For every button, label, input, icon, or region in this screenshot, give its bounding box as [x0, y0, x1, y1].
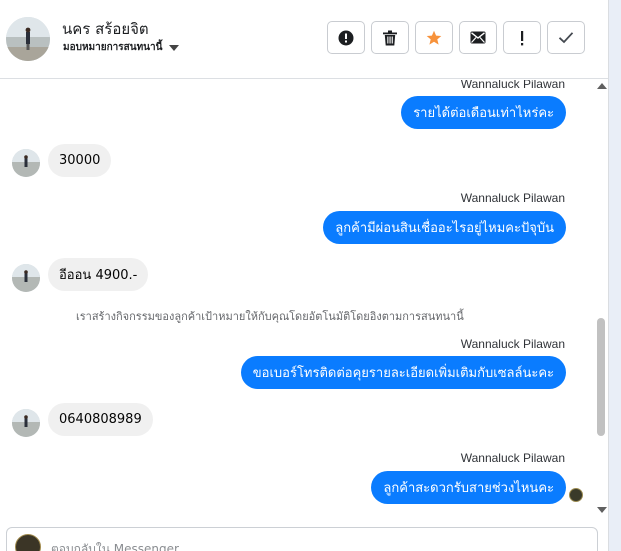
incoming-message[interactable]: 0640808989 — [48, 403, 153, 436]
contact-avatar-small — [12, 409, 40, 437]
follow-up-button[interactable] — [415, 21, 453, 54]
incoming-message[interactable]: อีออน 4900.- — [48, 258, 149, 291]
sender-name: Wannaluck Pilawan — [460, 191, 565, 205]
scroll-up-arrow-icon[interactable] — [597, 83, 607, 89]
exclamation-icon — [521, 30, 524, 45]
envelope-icon — [470, 31, 486, 44]
contact-avatar[interactable] — [6, 17, 50, 61]
contact-avatar-small — [12, 149, 40, 177]
conversation-header: นคร สร้อยจิต มอบหมายการสนทนานี้ — [0, 0, 608, 79]
outgoing-message[interactable]: ลูกค้ามีผ่อนสินเชื่ออะไรอยู่ไหมคะปัจุบัน — [323, 211, 566, 244]
trash-icon — [383, 30, 397, 45]
done-button[interactable] — [547, 21, 585, 54]
page-avatar — [15, 534, 41, 551]
priority-button[interactable] — [503, 21, 541, 54]
action-toolbar — [327, 21, 585, 54]
sender-name: Wannaluck Pilawan — [460, 337, 565, 351]
system-notice: เราสร้างกิจกรรมของลูกค้าเป้าหมายให้กับคุ… — [76, 310, 464, 323]
sender-name: Wannaluck Pilawan — [460, 80, 565, 91]
outgoing-message[interactable]: รายได้ต่อเดือนเท่าไหร่คะ — [401, 96, 566, 129]
delete-button[interactable] — [371, 21, 409, 54]
scrollbar-thumb[interactable] — [597, 318, 605, 436]
messenger-conversation: นคร สร้อยจิต มอบหมายการสนทนานี้ Wannaluc… — [0, 0, 621, 551]
reply-composer[interactable]: ตอบกลับใน Messenger — [6, 527, 598, 551]
star-icon — [426, 30, 442, 45]
sender-name: Wannaluck Pilawan — [460, 451, 565, 465]
window-edge — [608, 0, 621, 551]
contact-avatar-small — [12, 264, 40, 292]
message-thread: Wannaluck Pilawan รายได้ต่อเดือนเท่าไหร่… — [0, 80, 596, 520]
mark-unread-button[interactable] — [459, 21, 497, 54]
spam-button[interactable] — [327, 21, 365, 54]
outgoing-message[interactable]: ลูกค้าสะดวกรับสายช่วงไหนคะ — [371, 471, 566, 504]
reply-input[interactable]: ตอบกลับใน Messenger — [51, 540, 179, 551]
assign-label: มอบหมายการสนทนานี้ — [63, 42, 163, 53]
thread-scrollbar[interactable] — [596, 80, 608, 516]
incoming-message[interactable]: 30000 — [48, 144, 112, 177]
assign-conversation-dropdown[interactable]: มอบหมายการสนทนานี้ — [63, 40, 180, 55]
caret-down-icon — [169, 44, 180, 51]
contact-name: นคร สร้อยจิต — [62, 20, 149, 38]
check-icon — [558, 32, 574, 44]
alert-circle-icon — [338, 30, 354, 45]
scroll-down-arrow-icon[interactable] — [597, 507, 607, 513]
seen-avatar-icon — [569, 488, 583, 502]
outgoing-message[interactable]: ขอเบอร์โทรติดต่อคุยรายละเอียดเพิ่มเติมกั… — [240, 356, 566, 389]
